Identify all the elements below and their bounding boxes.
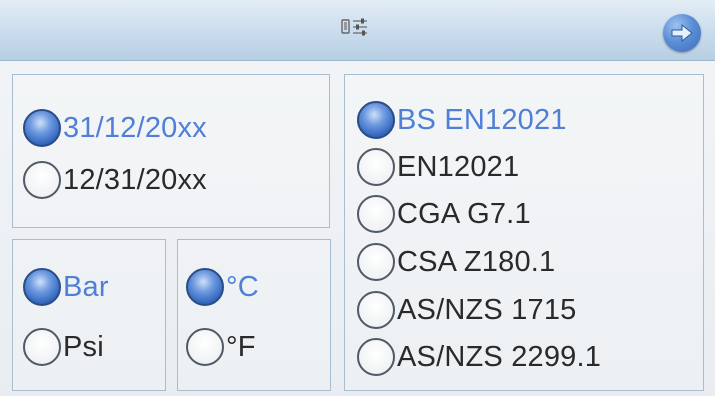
radio-selected-icon xyxy=(186,268,224,306)
radio-unselected-icon xyxy=(357,195,395,233)
date-option-label: 12/31/20xx xyxy=(63,163,207,196)
pressure-option-label: Bar xyxy=(63,270,109,303)
date-option-dmy[interactable]: 31/12/20xx xyxy=(23,109,207,147)
standard-option-label: AS/NZS 2299.1 xyxy=(397,340,602,373)
settings-screen: 31/12/20xx 12/31/20xx Bar Psi °C °F BS E… xyxy=(0,0,715,396)
pressure-option-label: Psi xyxy=(63,330,104,363)
standard-option-label: CSA Z180.1 xyxy=(397,245,556,278)
standard-option-en12021[interactable]: EN12021 xyxy=(357,148,519,186)
top-bar xyxy=(0,0,715,61)
temperature-option-fahrenheit[interactable]: °F xyxy=(186,328,256,366)
standard-option-cga-g7-1[interactable]: CGA G7.1 xyxy=(357,195,531,233)
radio-selected-icon xyxy=(357,101,395,139)
arrow-right-icon xyxy=(671,23,693,43)
radio-selected-icon xyxy=(23,268,61,306)
pressure-option-psi[interactable]: Psi xyxy=(23,328,104,366)
standard-option-csa-z180-1[interactable]: CSA Z180.1 xyxy=(357,243,555,281)
date-option-mdy[interactable]: 12/31/20xx xyxy=(23,161,207,199)
radio-unselected-icon xyxy=(23,328,61,366)
date-format-panel: 31/12/20xx 12/31/20xx xyxy=(12,74,330,228)
date-option-label: 31/12/20xx xyxy=(63,111,207,144)
pressure-unit-panel: Bar Psi xyxy=(12,239,166,391)
temperature-unit-panel: °C °F xyxy=(177,239,331,391)
next-button[interactable] xyxy=(663,14,701,52)
radio-selected-icon xyxy=(23,109,61,147)
standard-option-bs-en12021[interactable]: BS EN12021 xyxy=(357,101,567,139)
radio-unselected-icon xyxy=(186,328,224,366)
standard-option-label: CGA G7.1 xyxy=(397,197,531,230)
standard-panel: BS EN12021 EN12021 CGA G7.1 CSA Z180.1 A… xyxy=(344,74,704,391)
standard-option-label: AS/NZS 1715 xyxy=(397,293,577,326)
radio-unselected-icon xyxy=(357,243,395,281)
pressure-option-bar[interactable]: Bar xyxy=(23,268,109,306)
radio-unselected-icon xyxy=(357,291,395,329)
standard-option-as-nzs-1715[interactable]: AS/NZS 1715 xyxy=(357,291,577,329)
temperature-option-label: °F xyxy=(226,330,256,363)
temperature-option-label: °C xyxy=(226,270,259,303)
settings-sliders-icon xyxy=(340,14,370,42)
standard-option-label: BS EN12021 xyxy=(397,103,567,136)
radio-unselected-icon xyxy=(23,161,61,199)
radio-unselected-icon xyxy=(357,148,395,186)
standard-option-as-nzs-2299-1[interactable]: AS/NZS 2299.1 xyxy=(357,338,601,376)
radio-unselected-icon xyxy=(357,338,395,376)
standard-option-label: EN12021 xyxy=(397,150,520,183)
temperature-option-celsius[interactable]: °C xyxy=(186,268,259,306)
